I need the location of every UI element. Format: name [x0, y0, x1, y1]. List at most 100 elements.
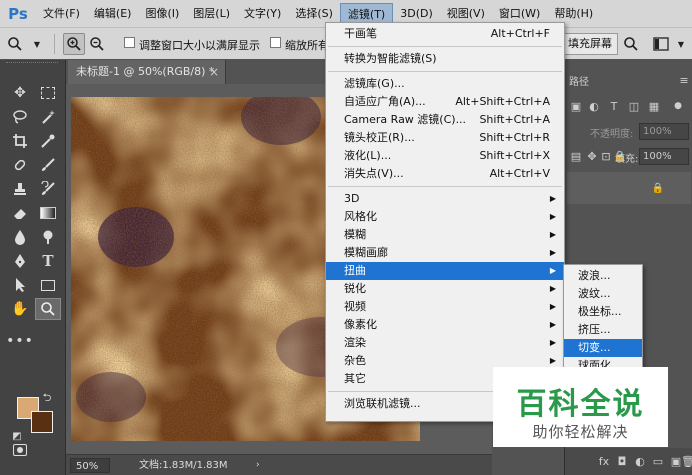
filter-menu-item-label: 转换为智能滤镜(S)	[344, 52, 437, 65]
filter-pixel-icon[interactable]: ▣	[569, 99, 583, 113]
filter-adjustment-icon[interactable]: ◐	[587, 99, 601, 113]
clone-stamp-icon[interactable]	[7, 178, 33, 200]
type-tool-icon[interactable]: T	[35, 250, 61, 272]
filter-menu-item[interactable]: 3D ▶	[326, 190, 564, 208]
toolbar-grip[interactable]	[6, 62, 58, 66]
filter-menu-item-label: 视频	[344, 300, 366, 313]
zoom-tool-icon[interactable]	[35, 298, 61, 320]
brush-tool-icon[interactable]	[35, 154, 61, 176]
filter-menu-item[interactable]: 模糊画廊 ▶	[326, 244, 564, 262]
filter-menu-item[interactable]: 转换为智能滤镜(S)	[326, 50, 564, 68]
pen-tool-icon[interactable]	[7, 250, 33, 272]
resize-windows-label: 调整窗口大小以满屏显示	[139, 39, 260, 52]
submenu-arrow-icon: ▶	[549, 284, 556, 293]
marquee-tool-icon[interactable]	[35, 82, 61, 104]
opacity-field[interactable]: 100%	[639, 123, 689, 140]
eraser-icon[interactable]	[7, 202, 33, 224]
status-menu-arrow-icon[interactable]: ›	[256, 458, 260, 473]
filter-menu-item-label: 3D	[344, 192, 360, 205]
quick-mask-icon[interactable]	[7, 439, 33, 461]
zoom-all-checkbox[interactable]	[270, 37, 281, 48]
filter-type-icon[interactable]: T	[607, 99, 621, 113]
close-icon[interactable]: ×	[206, 60, 222, 84]
filter-shape-icon[interactable]: ◫	[627, 99, 641, 113]
distort-submenu-item-label: 切变...	[578, 341, 611, 354]
opacity-label: 不透明度:	[590, 129, 634, 140]
filter-menu-item[interactable]: 液化(L)... Shift+Ctrl+X	[326, 147, 564, 165]
layer-row[interactable]: 🔒	[567, 172, 691, 204]
eyedropper-icon[interactable]	[35, 130, 61, 152]
dodge-tool-icon[interactable]	[35, 226, 61, 248]
gradient-tool-icon[interactable]	[35, 202, 61, 224]
background-color-swatch[interactable]	[31, 411, 53, 433]
zoom-tool-preset-icon[interactable]	[4, 33, 26, 55]
lock-position-icon[interactable]: ✥	[585, 149, 599, 163]
magic-wand-icon[interactable]	[35, 106, 61, 128]
filter-menu-item[interactable]: 滤镜库(G)...	[326, 75, 564, 93]
swap-colors-icon[interactable]: ⮌	[40, 391, 54, 405]
lock-artboard-icon[interactable]: ⊡	[599, 149, 613, 163]
zoom-in-icon[interactable]	[63, 33, 85, 55]
filter-menu-item[interactable]: 镜头校正(R)... Shift+Ctrl+R	[326, 129, 564, 147]
filter-menu-item[interactable]: 像素化 ▶	[326, 316, 564, 334]
path-selection-icon[interactable]	[7, 274, 33, 296]
lasso-tool-icon[interactable]	[7, 106, 33, 128]
filter-menu-item[interactable]: 风格化 ▶	[326, 208, 564, 226]
paths-tab[interactable]: 路径	[569, 73, 589, 88]
fx-icon[interactable]: fx	[597, 454, 611, 468]
workspace-icon[interactable]	[650, 33, 672, 55]
distort-submenu-item-label: 挤压...	[578, 323, 611, 336]
distort-submenu-item[interactable]: 波浪...	[564, 267, 642, 285]
filter-toggle-icon[interactable]: ●	[671, 99, 685, 113]
workspace-chevron-down-icon[interactable]: ▼	[670, 33, 692, 55]
submenu-arrow-icon: ▶	[549, 212, 556, 221]
fill-screen-button[interactable]: 填充屏幕	[562, 33, 618, 55]
move-tool-icon[interactable]: ✥	[7, 82, 33, 104]
filter-smart-object-icon[interactable]: ▦	[647, 99, 661, 113]
submenu-arrow-icon: ▶	[549, 248, 556, 257]
watermark-logo: 百科全说 助你轻松解决	[493, 367, 668, 447]
zoom-level-field[interactable]: 50%	[70, 458, 110, 473]
menu-separator	[328, 186, 562, 187]
search-icon[interactable]	[620, 33, 642, 55]
adjustment-layer-icon[interactable]: ◐	[633, 454, 647, 468]
filter-menu-item[interactable]: 扭曲 ▶	[326, 262, 564, 280]
panel-menu-icon[interactable]: ≡	[677, 73, 691, 87]
blur-tool-icon[interactable]	[7, 226, 33, 248]
filter-menu-item[interactable]: 干画笔 Alt+Ctrl+F	[326, 25, 564, 43]
filter-menu-item[interactable]: 锐化 ▶	[326, 280, 564, 298]
filter-menu-item[interactable]: Camera Raw 滤镜(C)... Shift+Ctrl+A	[326, 111, 564, 129]
document-tab[interactable]: 未标题-1 @ 50%(RGB/8) *	[68, 60, 226, 84]
filter-menu-item[interactable]: 视频 ▶	[326, 298, 564, 316]
hand-tool-icon[interactable]: ✋	[7, 298, 33, 320]
fill-field[interactable]: 100%	[639, 148, 689, 165]
resize-windows-checkbox[interactable]	[124, 37, 135, 48]
healing-brush-icon[interactable]	[7, 154, 33, 176]
distort-submenu-item[interactable]: 极坐标...	[564, 303, 642, 321]
lock-transparent-icon[interactable]: ▤	[569, 149, 583, 163]
delete-layer-icon[interactable]: 🗑	[681, 454, 692, 468]
distort-submenu-item[interactable]: 波纹...	[564, 285, 642, 303]
crop-tool-icon[interactable]	[7, 130, 33, 152]
filter-menu-item-shortcut: Alt+Shift+Ctrl+A	[455, 95, 550, 108]
menu-2[interactable]: 图像(I)	[138, 3, 186, 25]
filter-menu-item[interactable]: 消失点(V)... Alt+Ctrl+V	[326, 165, 564, 183]
filter-menu: 干画笔 Alt+Ctrl+F 转换为智能滤镜(S) 滤镜库(G)... 自适应广角(A)…	[325, 22, 565, 422]
more-tools-icon[interactable]: •••	[6, 330, 33, 352]
new-group-icon[interactable]: ▭	[651, 454, 665, 468]
submenu-arrow-icon: ▶	[549, 338, 556, 347]
zoom-out-icon[interactable]	[86, 33, 108, 55]
filter-menu-item[interactable]: 模糊 ▶	[326, 226, 564, 244]
history-brush-icon[interactable]	[35, 178, 61, 200]
distort-submenu-item[interactable]: 挤压...	[564, 321, 642, 339]
add-mask-icon[interactable]: ◘	[615, 454, 629, 468]
menu-4[interactable]: 文字(Y)	[237, 3, 288, 25]
menu-1[interactable]: 编辑(E)	[87, 3, 139, 25]
rectangle-tool-icon[interactable]	[35, 274, 61, 296]
menu-0[interactable]: 文件(F)	[36, 3, 87, 25]
chevron-down-icon[interactable]: ▼	[26, 33, 48, 55]
distort-submenu-item[interactable]: 切变...	[564, 339, 642, 357]
filter-menu-item[interactable]: 自适应广角(A)... Alt+Shift+Ctrl+A	[326, 93, 564, 111]
filter-menu-item[interactable]: 渲染 ▶	[326, 334, 564, 352]
menu-3[interactable]: 图层(L)	[186, 3, 237, 25]
